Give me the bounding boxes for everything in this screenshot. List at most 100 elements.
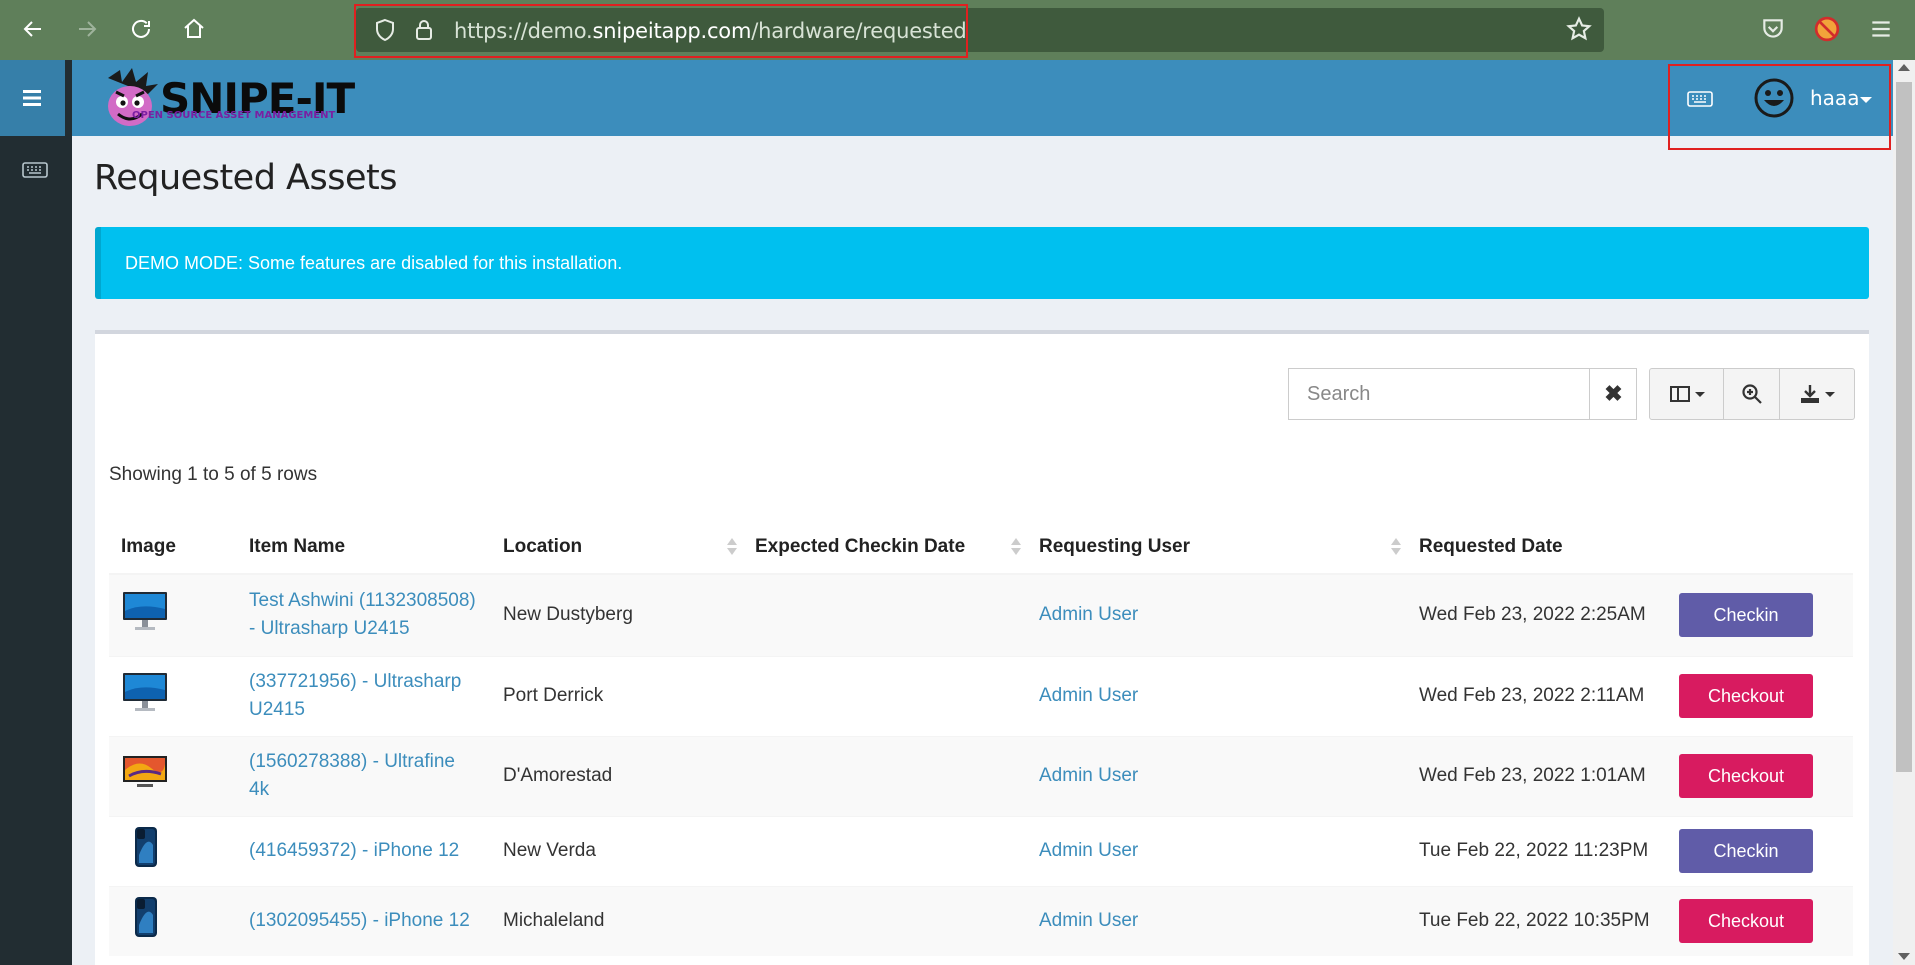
cell-requesting-user: Admin User bbox=[1027, 815, 1407, 886]
cell-requesting-user: Admin User bbox=[1027, 655, 1407, 736]
cell-requesting-user: Admin User bbox=[1027, 573, 1407, 656]
cell-actions: Checkin bbox=[1667, 573, 1853, 656]
cell-image bbox=[109, 655, 237, 736]
browser-toolbar: https://demo.snipeitapp.com/hardware/req… bbox=[0, 0, 1915, 60]
col-image: Image bbox=[109, 520, 237, 575]
sort-icon[interactable] bbox=[727, 538, 737, 558]
cell-expected-checkin bbox=[743, 655, 1027, 736]
scroll-up-icon[interactable] bbox=[1898, 64, 1910, 71]
columns-toggle-button[interactable] bbox=[1650, 369, 1724, 419]
monitor-thumbnail-icon[interactable] bbox=[121, 750, 169, 794]
page-scrollbar[interactable] bbox=[1893, 60, 1915, 965]
sidebar-toggle-button[interactable] bbox=[0, 60, 65, 136]
shield-icon[interactable] bbox=[373, 18, 397, 42]
requesting-user-link[interactable]: Admin User bbox=[1039, 910, 1138, 931]
cell-image bbox=[109, 885, 237, 956]
cell-expected-checkin bbox=[743, 735, 1027, 816]
monitor-thumbnail-icon[interactable] bbox=[121, 589, 169, 633]
iphone-thumbnail-icon[interactable] bbox=[121, 895, 169, 939]
scroll-thumb[interactable] bbox=[1896, 82, 1912, 772]
table-toolbar bbox=[1649, 368, 1855, 420]
checkout-button[interactable]: Checkout bbox=[1679, 674, 1813, 718]
home-icon[interactable] bbox=[175, 10, 213, 48]
cell-expected-checkin bbox=[743, 815, 1027, 886]
cell-requesting-user: Admin User bbox=[1027, 735, 1407, 816]
user-menu-caret-icon[interactable] bbox=[1860, 97, 1872, 103]
cell-requested-date: Tue Feb 22, 2022 11:23PM bbox=[1407, 815, 1667, 886]
checkout-button[interactable]: Checkout bbox=[1679, 899, 1813, 944]
search-input[interactable] bbox=[1289, 369, 1589, 419]
logo-subtitle: OPEN SOURCE ASSET MANAGEMENT bbox=[132, 110, 336, 121]
cell-location: Port Derrick bbox=[491, 655, 743, 736]
table-header-row: Image Item Name Location Expected Checki… bbox=[109, 520, 1853, 575]
sort-icon[interactable] bbox=[1391, 538, 1401, 558]
col-expected-checkin-label: Expected Checkin Date bbox=[755, 535, 966, 557]
user-avatar-icon[interactable] bbox=[1754, 78, 1794, 118]
hamburger-icon bbox=[22, 90, 41, 106]
cell-requested-date: Tue Feb 22, 2022 10:35PM bbox=[1407, 885, 1667, 956]
checkout-button[interactable]: Checkout bbox=[1679, 754, 1813, 798]
iphone-thumbnail-icon[interactable] bbox=[121, 825, 169, 869]
col-requesting-user-label: Requesting User bbox=[1039, 535, 1190, 557]
search-group: ✖ bbox=[1288, 368, 1637, 420]
col-location-label: Location bbox=[503, 535, 583, 557]
cell-item-name: (1560278388) - Ultrafine 4k bbox=[237, 735, 491, 816]
sort-icon[interactable] bbox=[1011, 538, 1021, 558]
requested-assets-box: ✖ Showing 1 to 5 of 5 rows Image Item Na… bbox=[95, 330, 1869, 965]
cell-expected-checkin bbox=[743, 885, 1027, 956]
close-icon: ✖ bbox=[1604, 381, 1623, 406]
pagination-info: Showing 1 to 5 of 5 rows bbox=[109, 464, 318, 485]
cell-image bbox=[109, 573, 237, 656]
keyboard-icon[interactable] bbox=[22, 160, 48, 180]
cell-actions: Checkout bbox=[1667, 655, 1853, 736]
requesting-user-link[interactable]: Admin User bbox=[1039, 765, 1138, 786]
cell-requested-date: Wed Feb 23, 2022 2:11AM bbox=[1407, 655, 1667, 736]
cell-location: New Dustyberg bbox=[491, 573, 743, 656]
advanced-search-button[interactable] bbox=[1724, 369, 1780, 419]
user-menu-name[interactable]: haaa bbox=[1810, 86, 1859, 110]
reload-icon[interactable] bbox=[122, 10, 160, 48]
requested-assets-table: Image Item Name Location Expected Checki… bbox=[109, 520, 1853, 956]
cell-item-name: (1302095455) - iPhone 12 bbox=[237, 885, 491, 956]
cell-location: D'Amorestad bbox=[491, 735, 743, 816]
col-location[interactable]: Location bbox=[491, 520, 743, 575]
url-text[interactable]: https://demo.snipeitapp.com/hardware/req… bbox=[454, 19, 967, 43]
cell-requested-date: Wed Feb 23, 2022 2:25AM bbox=[1407, 573, 1667, 656]
requesting-user-link[interactable]: Admin User bbox=[1039, 840, 1138, 861]
item-name-link[interactable]: (337721956) - Ultrasharp U2415 bbox=[249, 671, 461, 720]
bookmark-star-icon[interactable] bbox=[1566, 16, 1592, 42]
monitor-thumbnail-icon[interactable] bbox=[121, 670, 169, 714]
alert-text: DEMO MODE: Some features are disabled fo… bbox=[125, 253, 623, 273]
col-expected-checkin[interactable]: Expected Checkin Date bbox=[743, 520, 1027, 575]
item-name-link[interactable]: Test Ashwini (1132308508) - Ultrasharp U2… bbox=[249, 590, 476, 639]
requesting-user-link[interactable]: Admin User bbox=[1039, 685, 1138, 706]
export-button[interactable] bbox=[1780, 369, 1854, 419]
forward-icon[interactable] bbox=[68, 10, 106, 48]
keyboard-shortcuts-icon[interactable] bbox=[1687, 90, 1713, 108]
back-icon[interactable] bbox=[14, 10, 52, 48]
chevron-down-icon bbox=[1694, 391, 1705, 397]
checkin-button[interactable]: Checkin bbox=[1679, 829, 1813, 873]
table-row: (416459372) - iPhone 12 New Verda Admin Us… bbox=[109, 815, 1853, 886]
cell-requested-date: Wed Feb 23, 2022 1:01AM bbox=[1407, 735, 1667, 816]
col-requesting-user[interactable]: Requesting User bbox=[1027, 520, 1407, 575]
item-name-link[interactable]: (1302095455) - iPhone 12 bbox=[249, 910, 470, 931]
lock-icon[interactable] bbox=[412, 18, 436, 42]
sidebar bbox=[0, 60, 72, 965]
pocket-icon[interactable] bbox=[1760, 16, 1786, 42]
demo-mode-alert: DEMO MODE: Some features are disabled fo… bbox=[95, 227, 1869, 299]
item-name-link[interactable]: (416459372) - iPhone 12 bbox=[249, 840, 459, 861]
clear-search-button[interactable]: ✖ bbox=[1589, 369, 1637, 419]
requesting-user-link[interactable]: Admin User bbox=[1039, 604, 1138, 625]
cell-actions: Checkout bbox=[1667, 735, 1853, 816]
checkin-button[interactable]: Checkin bbox=[1679, 593, 1813, 638]
url-bar[interactable]: https://demo.snipeitapp.com/hardware/req… bbox=[356, 8, 1604, 52]
col-actions bbox=[1667, 520, 1853, 575]
extension-blocked-icon[interactable] bbox=[1814, 16, 1840, 42]
cell-requesting-user: Admin User bbox=[1027, 885, 1407, 956]
scroll-down-icon[interactable] bbox=[1898, 953, 1910, 960]
menu-icon[interactable] bbox=[1868, 16, 1894, 42]
item-name-link[interactable]: (1560278388) - Ultrafine 4k bbox=[249, 751, 455, 800]
table-row: Test Ashwini (1132308508) - Ultrasharp U2… bbox=[109, 573, 1853, 656]
cell-expected-checkin bbox=[743, 573, 1027, 656]
